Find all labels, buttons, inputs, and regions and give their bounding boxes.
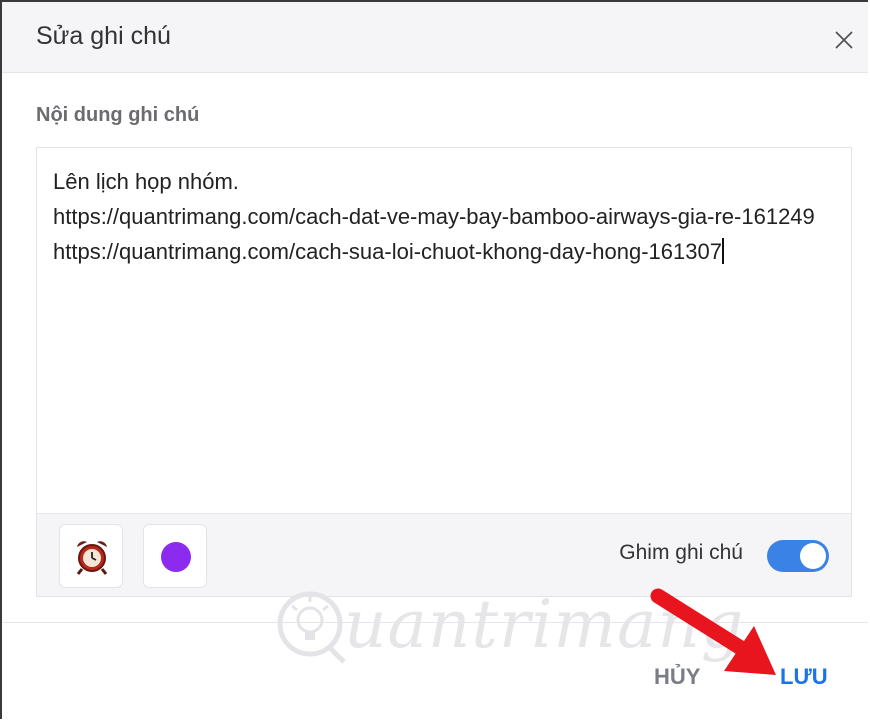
- red-arrow-icon: [650, 588, 776, 675]
- color-picker-button[interactable]: [143, 524, 207, 588]
- close-icon[interactable]: [828, 24, 860, 56]
- watermark: uantrimang: [270, 578, 743, 678]
- note-editor[interactable]: Lên lịch họp nhóm. https://quantrimang.c…: [36, 147, 852, 597]
- color-swatch: [161, 542, 191, 572]
- pin-note-label: Ghim ghi chú: [619, 541, 743, 564]
- note-content-label: Nội dung ghi chú: [36, 104, 200, 126]
- alarm-clock-icon: [76, 541, 108, 575]
- lightbulb-icon: [277, 591, 346, 664]
- toggle-knob: [800, 543, 826, 569]
- note-text-content: Lên lịch họp nhóm. https://quantrimang.c…: [53, 169, 815, 264]
- dialog-header: Sửa ghi chú: [2, 2, 868, 73]
- note-textarea[interactable]: Lên lịch họp nhóm. https://quantrimang.c…: [53, 164, 833, 269]
- text-caret: [721, 238, 724, 264]
- pin-note-toggle[interactable]: [767, 540, 829, 572]
- dialog-title: Sửa ghi chú: [36, 22, 171, 50]
- reminder-button[interactable]: [59, 524, 123, 588]
